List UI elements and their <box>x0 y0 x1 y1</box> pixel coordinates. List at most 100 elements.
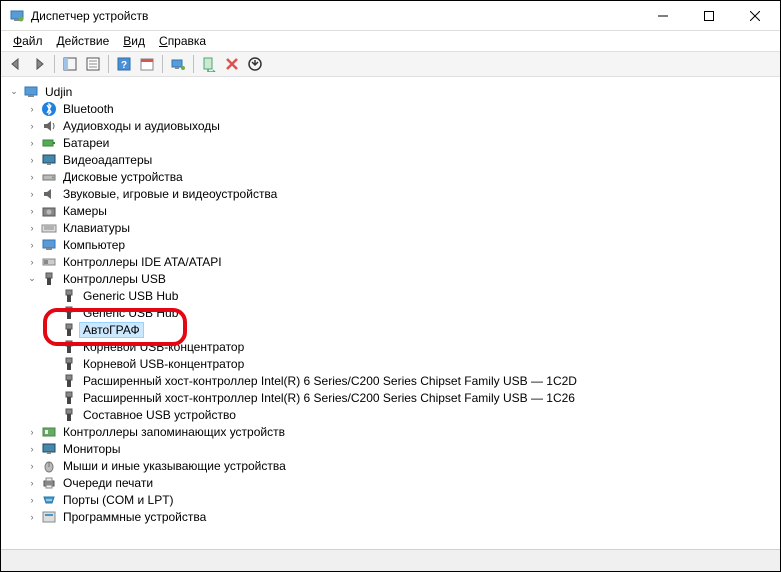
menu-view[interactable]: Вид <box>117 32 151 50</box>
usb-icon <box>41 271 57 287</box>
help-button[interactable]: ? <box>113 53 135 75</box>
expander-closed-icon[interactable]: › <box>25 459 39 473</box>
expander-closed-icon[interactable]: › <box>25 102 39 116</box>
tree-label: Мониторы <box>61 442 122 456</box>
tree-item-bluetooth[interactable]: › Bluetooth <box>7 100 778 117</box>
tree-item-software-devices[interactable]: › Программные устройства <box>7 508 778 525</box>
separator <box>54 55 55 73</box>
tree-item-print-queues[interactable]: › Очереди печати <box>7 474 778 491</box>
tree-label: Контроллеры запоминающих устройств <box>61 425 287 439</box>
tree-label: Дисковые устройства <box>61 170 185 184</box>
enable-device-button[interactable] <box>198 53 220 75</box>
show-hide-tree-button[interactable] <box>59 53 81 75</box>
expander-closed-icon[interactable]: › <box>25 136 39 150</box>
expander-closed-icon[interactable]: › <box>25 442 39 456</box>
ide-icon <box>41 254 57 270</box>
expander-closed-icon[interactable]: › <box>25 510 39 524</box>
device-tree: ⌄ Udjin › Bluetooth › Аудиовходы и аудио… <box>3 81 778 527</box>
expander-closed-icon[interactable]: › <box>25 170 39 184</box>
expander-closed-icon[interactable]: › <box>25 238 39 252</box>
expander-closed-icon[interactable]: › <box>25 255 39 269</box>
menu-action[interactable]: Действие <box>51 32 116 50</box>
window-controls <box>640 1 778 30</box>
expander-closed-icon[interactable]: › <box>25 119 39 133</box>
tree-item-usb-device[interactable]: Расширенный хост-контроллер Intel(R) 6 S… <box>7 372 778 389</box>
tree-item-keyboards[interactable]: › Клавиатуры <box>7 219 778 236</box>
keyboard-icon <box>41 220 57 236</box>
expander-open-icon[interactable]: ⌄ <box>25 272 39 286</box>
tree-item-autograf[interactable]: АвтоГРАФ <box>7 321 778 338</box>
computer-icon <box>41 237 57 253</box>
tree-item-ide-ata[interactable]: › Контроллеры IDE ATA/ATAPI <box>7 253 778 270</box>
close-button[interactable] <box>732 1 778 30</box>
usb-device-icon <box>61 288 77 304</box>
expander-closed-icon[interactable]: › <box>25 204 39 218</box>
tree-label: Generic USB Hub <box>81 289 180 303</box>
menu-file[interactable]: Файл <box>7 32 49 50</box>
tree-label: Мыши и иные указывающие устройства <box>61 459 288 473</box>
app-icon <box>9 8 25 24</box>
tree-item-usb-device[interactable]: Generic USB Hub <box>7 304 778 321</box>
separator <box>108 55 109 73</box>
calendar-button[interactable] <box>136 53 158 75</box>
tree-label: Очереди печати <box>61 476 155 490</box>
tree-item-sound-video-game[interactable]: › Звуковые, игровые и видеоустройства <box>7 185 778 202</box>
expander-closed-icon[interactable]: › <box>25 493 39 507</box>
minimize-button[interactable] <box>640 1 686 30</box>
tree-item-usb-device[interactable]: Корневой USB-концентратор <box>7 338 778 355</box>
tree-label: Bluetooth <box>61 102 116 116</box>
scan-hardware-button[interactable] <box>167 53 189 75</box>
separator <box>193 55 194 73</box>
usb-device-icon <box>61 390 77 406</box>
device-tree-container[interactable]: ⌄ Udjin › Bluetooth › Аудиовходы и аудио… <box>1 77 780 549</box>
tree-label-selected: АвтоГРАФ <box>79 322 144 338</box>
tree-item-mice[interactable]: › Мыши и иные указывающие устройства <box>7 457 778 474</box>
tree-label: Видеоадаптеры <box>61 153 154 167</box>
disable-device-button[interactable] <box>221 53 243 75</box>
expander-closed-icon[interactable]: › <box>25 221 39 235</box>
expander-closed-icon[interactable]: › <box>25 153 39 167</box>
usb-device-icon <box>61 373 77 389</box>
maximize-button[interactable] <box>686 1 732 30</box>
tree-item-audio[interactable]: › Аудиовходы и аудиовыходы <box>7 117 778 134</box>
mouse-icon <box>41 458 57 474</box>
tree-item-ports[interactable]: › Порты (COM и LPT) <box>7 491 778 508</box>
bluetooth-icon <box>41 101 57 117</box>
tree-label: Расширенный хост-контроллер Intel(R) 6 S… <box>81 391 577 405</box>
tree-label: Камеры <box>61 204 109 218</box>
software-icon <box>41 509 57 525</box>
tree-item-disk-drives[interactable]: › Дисковые устройства <box>7 168 778 185</box>
tree-item-computer[interactable]: › Компьютер <box>7 236 778 253</box>
expander-closed-icon[interactable]: › <box>25 425 39 439</box>
tree-item-video-adapters[interactable]: › Видеоадаптеры <box>7 151 778 168</box>
toolbar: ? <box>1 51 780 77</box>
tree-item-cameras[interactable]: › Камеры <box>7 202 778 219</box>
back-button[interactable] <box>5 53 27 75</box>
tree-item-batteries[interactable]: › Батареи <box>7 134 778 151</box>
tree-item-usb-device[interactable]: Составное USB устройство <box>7 406 778 423</box>
tree-item-usb-device[interactable]: Generic USB Hub <box>7 287 778 304</box>
computer-icon <box>23 84 39 100</box>
tree-root[interactable]: ⌄ Udjin <box>7 83 778 100</box>
tree-item-usb-device[interactable]: Корневой USB-концентратор <box>7 355 778 372</box>
menu-help[interactable]: Справка <box>153 32 212 50</box>
tree-label: Контроллеры USB <box>61 272 168 286</box>
display-adapter-icon <box>41 152 57 168</box>
titlebar: Диспетчер устройств <box>1 1 780 31</box>
tree-item-usb-controllers[interactable]: ⌄ Контроллеры USB <box>7 270 778 287</box>
tree-label: Аудиовходы и аудиовыходы <box>61 119 222 133</box>
svg-text:?: ? <box>121 60 127 71</box>
expander-open-icon[interactable]: ⌄ <box>7 85 21 99</box>
tree-label: Батареи <box>61 136 111 150</box>
forward-button[interactable] <box>28 53 50 75</box>
tree-label: Udjin <box>43 85 74 99</box>
battery-icon <box>41 135 57 151</box>
tree-item-usb-device[interactable]: Расширенный хост-контроллер Intel(R) 6 S… <box>7 389 778 406</box>
tree-item-monitors[interactable]: › Мониторы <box>7 440 778 457</box>
window-title: Диспетчер устройств <box>31 9 640 23</box>
tree-item-storage[interactable]: › Контроллеры запоминающих устройств <box>7 423 778 440</box>
expander-closed-icon[interactable]: › <box>25 187 39 201</box>
expander-closed-icon[interactable]: › <box>25 476 39 490</box>
properties-button[interactable] <box>82 53 104 75</box>
uninstall-device-button[interactable] <box>244 53 266 75</box>
